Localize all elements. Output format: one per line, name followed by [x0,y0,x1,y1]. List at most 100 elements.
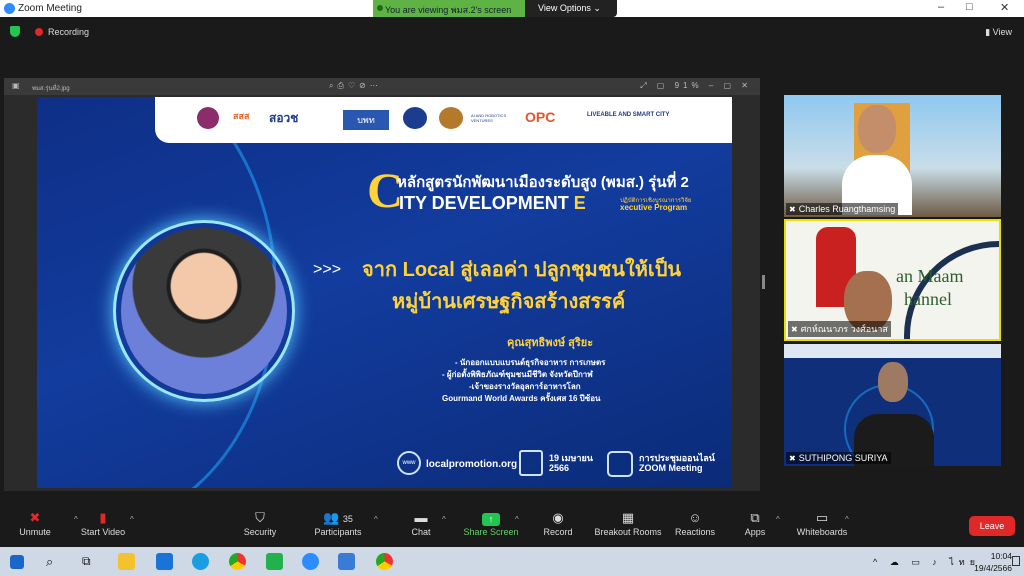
chrome-icon-2[interactable] [376,553,393,570]
speaker-bullet-4: Gourmand World Awards ครั้งเศส 16 ปีซ้อน [442,394,601,403]
presentation-slide: สสส สอวช บพท AI AND ROBOTICS VENTURES OP… [37,97,732,488]
breakout-grid-icon: ▦ [621,510,635,525]
video-tile-active-speaker[interactable]: an Maam hannel ✖ ศกห์ณนาภร วงศ์อนาส [784,219,1001,341]
viewing-screen-banner: You are viewing พมส.2's screen [373,0,525,17]
video-options-caret[interactable]: ^ [130,515,134,524]
participant-name-tag: ✖ SUTHIPONG SURIYA [786,452,891,464]
close-button[interactable]: ✕ [1000,1,1009,14]
photos-app-icon[interactable] [338,553,355,570]
unmute-button[interactable]: ✖ Unmute [0,509,70,537]
clock-time: 10:04 [990,551,1012,561]
topic-arrows: >>> [313,261,342,278]
system-tray-icons[interactable]: ^ ☁ ▭ ♪ ไทย [873,555,980,569]
sponsor-logo-7: AI AND ROBOTICS VENTURES [471,113,507,123]
chat-label: Chat [411,527,431,537]
city-development-text: ITY DEVELOPMENT [399,193,574,213]
clock-date: 19/4/2566 [974,563,1012,573]
encryption-shield-icon[interactable] [10,26,20,37]
chrome-icon[interactable] [229,553,246,570]
record-button[interactable]: ◉ Record [523,509,593,537]
mic-muted-icon: ✖ [791,325,798,334]
panel-resize-handle[interactable] [762,275,765,289]
zoom-logo-icon [4,3,15,14]
sponsor-logo-1 [197,107,219,129]
speaker-photo [121,228,287,394]
whiteboards-options-caret[interactable]: ^ [845,515,849,524]
search-icon[interactable]: ⌕ [46,553,63,570]
participants-button[interactable]: 👥 35 Participants [303,509,373,537]
participants-label: Participants [314,527,362,537]
background-text-2: hannel [904,289,952,309]
minimize-button[interactable]: – [938,1,944,13]
website-text: localpromotion.org [426,459,518,470]
view-icon: ▮ [985,27,993,37]
zoom-level: 91% [674,81,703,90]
windows-taskbar: ⌕ ⧉ ^ ☁ ▭ ♪ ไทย 10:04 19/4/2566 [0,547,1024,576]
viewer-window-controls: ⤢ ▢ 91% – ▢ ✕ [640,81,752,90]
view-button[interactable]: ▮ View [985,27,1012,38]
viewer-tools: ⌕⎙♡⊘⋯ [329,81,382,90]
window-title: Zoom Meeting [18,3,82,14]
windows-start-icon[interactable] [10,555,24,569]
file-explorer-icon[interactable] [118,553,135,570]
participants-count: 35 [342,514,353,524]
record-label: Record [543,527,573,537]
start-video-button[interactable]: ▮ Start Video [68,509,138,537]
viewing-screen-text: You are viewing พมส.2's screen [385,5,512,15]
participant-name: SUTHIPONG SURIYA [798,453,888,463]
sponsor-logo-5 [403,107,427,129]
participant-name-tag: ✖ ศกห์ณนาภร วงศ์อนาส [788,321,891,337]
security-label: Security [243,527,277,537]
record-icon: ◉ [552,510,564,525]
view-options-label: View Options ⌄ [538,3,601,13]
zoom-app-icon[interactable] [302,553,319,570]
topic-line2: หมู่บ้านเศรษฐกิจสร้างสรรค์ [392,291,626,313]
participant-name: Charles Ruangthamsing [798,204,896,214]
title-letter-e: E [573,193,586,213]
video-tile[interactable]: ✖ SUTHIPONG SURIYA [784,344,1001,466]
participants-icon: 👥 35 [323,510,353,525]
app-menu-icon: ▣ [12,81,20,90]
participants-options-caret[interactable]: ^ [374,515,378,524]
sponsor-logo-strip: สสส สอวช บพท AI AND ROBOTICS VENTURES OP… [155,97,732,143]
mail-icon[interactable] [156,553,173,570]
recording-icon [35,28,43,36]
event-date-line2: 2566 [549,463,570,473]
sponsor-logo-9: LIVEABLE AND SMART CITY [587,112,670,118]
video-camera-icon [607,451,633,477]
unmute-label: Unmute [19,527,51,537]
security-button[interactable]: ⛉ Security [225,509,295,537]
sponsor-logo-2: สสส [233,111,250,121]
view-label: View [992,27,1012,37]
event-info-row: www localpromotion.org 19 เมษายน 2566 กา… [397,447,727,483]
edge-browser-icon[interactable] [192,553,209,570]
calendar-icon [519,450,543,476]
share-options-caret[interactable]: ^ [515,515,519,524]
sponsor-logo-3: สอวช [269,111,299,125]
course-title-line1: หลักสูตรนักพัฒนาเมืองระดับสูง (พมส.) รุ่… [397,174,689,191]
leave-button[interactable]: Leave [969,516,1015,536]
taskbar-clock[interactable]: 10:04 19/4/2566 [974,550,1012,574]
breakout-label: Breakout Rooms [594,527,662,537]
sponsor-logo-4: บพท [343,110,389,130]
participant-video-column: ✖ Charles Ruangthamsing an Maam hannel ✖ ศ… [782,93,1004,471]
video-tile[interactable]: ✖ Charles Ruangthamsing [784,95,1001,217]
notifications-icon[interactable] [1012,556,1020,566]
chat-options-caret[interactable]: ^ [442,515,446,524]
recording-label: Recording [48,27,90,37]
sponsor-logo-6 [439,107,463,129]
meeting-topbar: Recording ▮ View [0,17,1024,47]
security-shield-icon: ⛉ [255,510,265,525]
line-app-icon[interactable] [266,553,283,570]
globe-icon: www [397,451,421,475]
task-view-icon[interactable]: ⧉ [82,553,99,570]
breakout-rooms-button[interactable]: ▦ Breakout Rooms [591,509,665,537]
share-screen-label: Share Screen [463,527,519,537]
mic-muted-icon: ✖ [789,205,796,214]
maximize-button[interactable]: □ [966,1,973,13]
whiteboards-label: Whiteboards [796,527,848,537]
topic-line1: จาก Local สู่เลอค่า ปลูกชุมชนให้เป็น [362,259,682,281]
view-options-button[interactable]: View Options ⌄ [525,0,617,17]
apps-options-caret[interactable]: ^ [776,515,780,524]
participant-name: ศกห์ณนาภร วงศ์อนาส [800,324,888,334]
